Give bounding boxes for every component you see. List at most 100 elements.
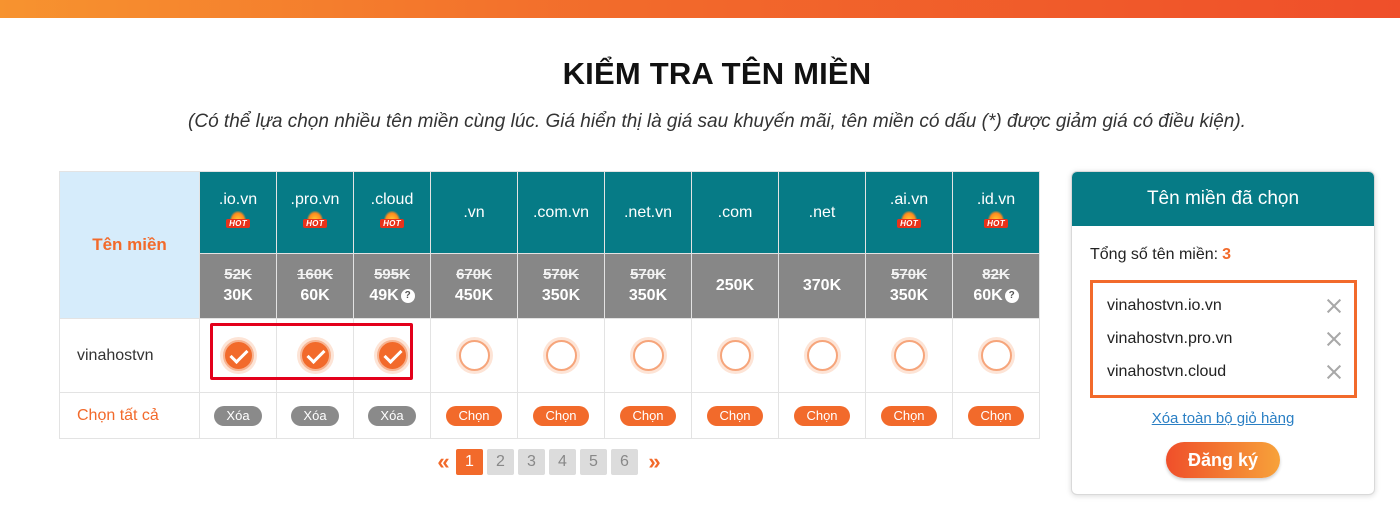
- hot-badge-icon: HOT: [225, 211, 251, 229]
- unchecked-circle-icon[interactable]: [719, 340, 751, 371]
- remove-button-pro-vn[interactable]: Xóa: [291, 405, 339, 426]
- tld-name: .com.vn: [532, 203, 589, 221]
- tld-header-com-vn: .com.vn: [517, 171, 605, 254]
- cart-item-domain: vinahostvn.cloud: [1107, 362, 1227, 380]
- page-button-2[interactable]: 2: [487, 449, 514, 475]
- choose-button-ai-vn[interactable]: Chọn: [881, 405, 937, 426]
- old-price: 160K: [297, 266, 333, 283]
- current-price: 60K: [277, 285, 353, 307]
- old-price: 670K: [456, 266, 492, 283]
- close-icon[interactable]: [1326, 298, 1342, 314]
- current-price: 370K: [802, 277, 842, 294]
- price-cell-vn: 670K 450K: [430, 253, 518, 319]
- old-price: 52K: [224, 266, 252, 283]
- remove-button-cloud[interactable]: Xóa: [368, 405, 416, 426]
- next-page-arrow[interactable]: »: [642, 449, 667, 475]
- checked-circle-icon[interactable]: [222, 340, 254, 371]
- prev-page-arrow[interactable]: «: [431, 449, 456, 475]
- action-cell-com: Chọn: [691, 392, 779, 439]
- cart-item-domain: vinahostvn.pro.vn: [1107, 329, 1233, 347]
- price-row: 52K 30K 160K 60K 595K 49K? 670K 450K 570K 350K 570…: [60, 253, 1040, 319]
- domain-name: vinahostvn: [59, 318, 200, 393]
- price-cell-net: 370K: [778, 253, 866, 319]
- action-cell-id-vn: Chọn: [952, 392, 1040, 439]
- current-price-value: 350K: [889, 287, 929, 304]
- unchecked-circle-icon[interactable]: [980, 340, 1012, 371]
- select-cell-id-vn: [952, 318, 1040, 393]
- price-cell-cloud: 595K 49K?: [353, 253, 431, 319]
- old-price: 570K: [630, 266, 666, 283]
- page-button-1[interactable]: 1: [456, 449, 483, 475]
- tld-name: .vn: [463, 203, 485, 221]
- choose-button-net[interactable]: Chọn: [794, 405, 850, 426]
- tld-header-ai-vn: .ai.vn HOT: [865, 171, 953, 254]
- select-cell-ai-vn: [865, 318, 953, 393]
- select-all-link[interactable]: Chọn tất cả: [59, 392, 200, 439]
- hot-badge-icon: HOT: [983, 211, 1009, 229]
- select-cell-vn: [430, 318, 518, 393]
- tld-name: .cloud: [370, 191, 414, 208]
- choose-button-com[interactable]: Chọn: [707, 405, 763, 426]
- question-circle-icon[interactable]: ?: [1004, 289, 1019, 303]
- hot-badge-icon: HOT: [302, 211, 328, 229]
- price-cell-ai-vn: 570K 350K: [865, 253, 953, 319]
- current-price: 350K: [518, 285, 604, 307]
- choose-button-net-vn[interactable]: Chọn: [620, 405, 676, 426]
- page-button-4[interactable]: 4: [549, 449, 576, 475]
- remove-button-io-vn[interactable]: Xóa: [214, 405, 262, 426]
- cart-item-list: vinahostvn.io.vn vinahostvn.pro.vn vinahos…: [1090, 280, 1357, 398]
- hot-label: HOT: [380, 219, 404, 228]
- unchecked-circle-icon[interactable]: [632, 340, 664, 371]
- top-accent-bar: [0, 0, 1400, 18]
- tld-header-vn: .vn: [430, 171, 518, 254]
- page-title: KIỂM TRA TÊN MIỀN: [562, 56, 872, 91]
- tld-header-net-vn: .net.vn: [604, 171, 692, 254]
- hot-label: HOT: [303, 219, 327, 228]
- current-price-value: 350K: [541, 287, 581, 304]
- cart-item: vinahostvn.cloud: [1093, 355, 1354, 388]
- clear-cart-link[interactable]: Xóa toàn bộ giỏ hàng: [1072, 410, 1374, 427]
- unchecked-circle-icon[interactable]: [458, 340, 490, 371]
- current-price-value: 350K: [628, 287, 668, 304]
- page-button-5[interactable]: 5: [580, 449, 607, 475]
- tld-header-com: .com: [691, 171, 779, 254]
- unchecked-circle-icon[interactable]: [893, 340, 925, 371]
- current-price: 250K: [715, 277, 755, 294]
- domain-column-header: Tên miền: [59, 171, 200, 319]
- hot-label: HOT: [226, 219, 250, 228]
- choose-button-vn[interactable]: Chọn: [446, 405, 502, 426]
- close-icon[interactable]: [1326, 364, 1342, 380]
- old-price: 570K: [543, 266, 579, 283]
- choose-button-id-vn[interactable]: Chọn: [968, 405, 1024, 426]
- tld-name: .io.vn: [218, 191, 258, 208]
- question-circle-icon[interactable]: ?: [400, 289, 415, 303]
- current-price-value: 450K: [454, 287, 494, 304]
- old-price: 595K: [374, 266, 410, 283]
- price-cell-com: 250K: [691, 253, 779, 319]
- unchecked-circle-icon[interactable]: [806, 340, 838, 371]
- cart-title: Tên miền đã chọn: [1072, 172, 1374, 226]
- close-icon[interactable]: [1326, 331, 1342, 347]
- current-price: 350K: [866, 285, 952, 307]
- tld-header-cloud: .cloud HOT: [353, 171, 431, 254]
- domain-row: vinahostvn: [59, 318, 1040, 393]
- page-button-3[interactable]: 3: [518, 449, 545, 475]
- unchecked-circle-icon[interactable]: [545, 340, 577, 371]
- price-cell-io-vn: 52K 30K: [199, 253, 277, 319]
- action-cell-net-vn: Chọn: [604, 392, 692, 439]
- selected-domains-panel: Tên miền đã chọn Tổng số tên miền: 3 vina…: [1071, 171, 1375, 495]
- tld-name: .net.vn: [623, 203, 673, 221]
- checked-circle-icon[interactable]: [376, 340, 408, 371]
- old-price: 82K: [982, 266, 1010, 283]
- choose-button-com-vn[interactable]: Chọn: [533, 405, 589, 426]
- checked-circle-icon[interactable]: [299, 340, 331, 371]
- action-cell-io-vn: Xóa: [199, 392, 277, 439]
- action-cell-ai-vn: Chọn: [865, 392, 953, 439]
- cart-item: vinahostvn.io.vn: [1093, 289, 1354, 322]
- page-button-6[interactable]: 6: [611, 449, 638, 475]
- action-cell-net: Chọn: [778, 392, 866, 439]
- tld-header-net: .net: [778, 171, 866, 254]
- register-button[interactable]: Đăng ký: [1166, 442, 1280, 478]
- old-price: 570K: [891, 266, 927, 283]
- price-cell-net-vn: 570K 350K: [604, 253, 692, 319]
